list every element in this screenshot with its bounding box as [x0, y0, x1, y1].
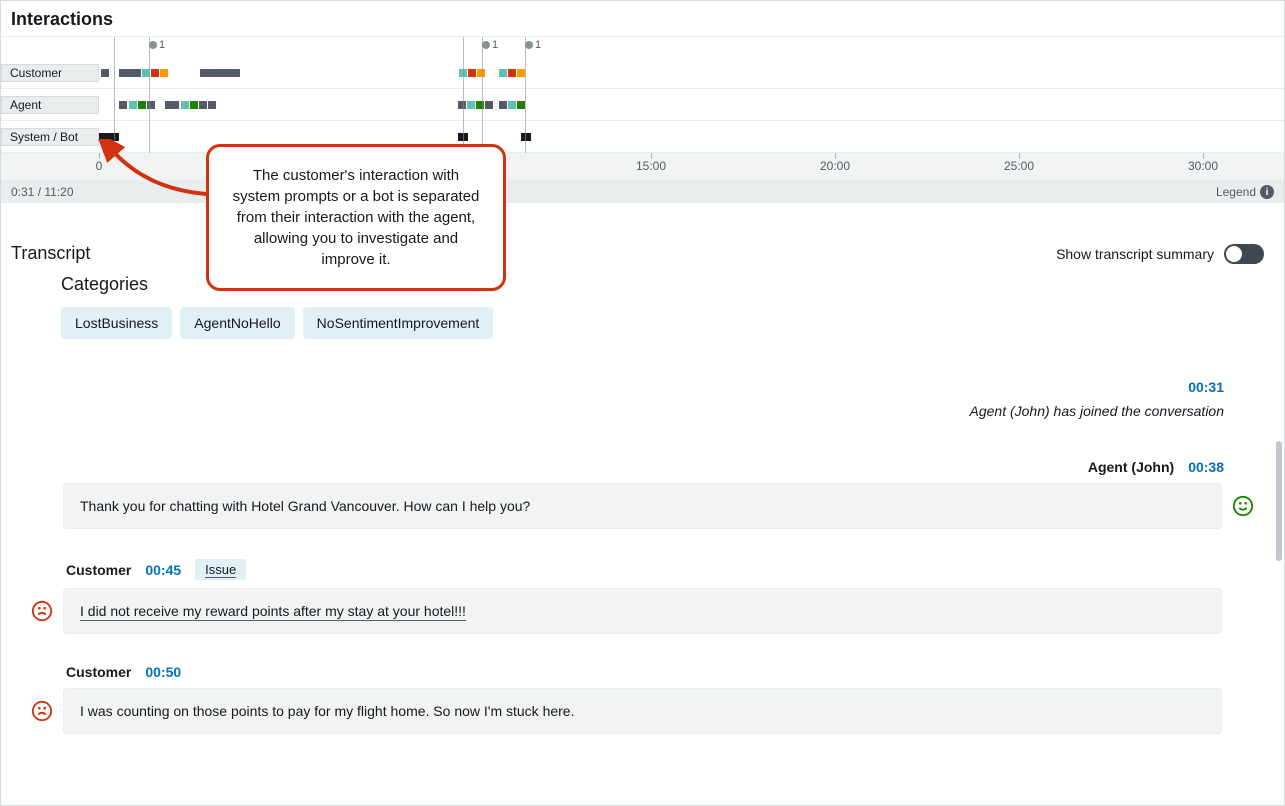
callout-arrow [96, 139, 216, 199]
speaker-label: Customer [66, 664, 131, 680]
timeline-segment[interactable] [138, 101, 146, 109]
customer-row-label: Customer [1, 64, 99, 82]
timeline-segment[interactable] [499, 69, 507, 77]
summary-toggle[interactable] [1224, 244, 1264, 264]
timeline-segment[interactable] [147, 101, 155, 109]
timeline-segment[interactable] [467, 101, 475, 109]
message-block-customer: Customer 00:50 I was counting on those p… [31, 664, 1254, 734]
timeline-segment[interactable] [190, 101, 198, 109]
legend-button[interactable]: Legend i [1216, 185, 1274, 199]
category-tags: LostBusiness AgentNoHello NoSentimentImp… [61, 307, 1284, 339]
message-bubble: I did not receive my reward points after… [63, 588, 1222, 634]
timeline-segment[interactable] [499, 101, 507, 109]
system-event: 00:31 Agent (John) has joined the conver… [31, 359, 1254, 429]
timeline-segment[interactable] [199, 101, 207, 109]
category-tag[interactable]: AgentNoHello [180, 307, 294, 339]
axis-tick: 20:00 [820, 159, 850, 173]
timeline-segment[interactable] [119, 101, 127, 109]
system-event-time: 00:31 [31, 379, 1224, 395]
callout-box: The customer's interaction with system p… [206, 144, 506, 291]
message-row: I did not receive my reward points after… [31, 588, 1254, 634]
frown-icon [31, 600, 53, 622]
timeline-segment[interactable] [517, 101, 525, 109]
smile-icon [1232, 495, 1254, 517]
scrollbar[interactable] [1276, 441, 1282, 561]
transcript-body: 00:31 Agent (John) has joined the conver… [1, 359, 1284, 734]
agent-row-label: Agent [1, 96, 99, 114]
timeline-segment[interactable] [142, 69, 150, 77]
timeline-segment[interactable] [160, 69, 168, 77]
timeline-segment[interactable] [458, 133, 468, 141]
timeline-segment[interactable] [508, 69, 516, 77]
category-tag[interactable]: NoSentimentImprovement [303, 307, 494, 339]
timeline-segment[interactable] [521, 133, 531, 141]
issue-tag[interactable]: Issue [195, 559, 246, 580]
timeline-marker[interactable]: 1 [482, 39, 498, 51]
message-header: Agent (John) 00:38 [31, 459, 1254, 475]
interactions-title: Interactions [1, 1, 1284, 36]
timeline-row-customer: Customer [1, 57, 1284, 89]
message-block-customer: Customer 00:45 Issue I did not receive m… [31, 559, 1254, 634]
message-row: I was counting on those points to pay fo… [31, 688, 1254, 734]
timeline-segment[interactable] [458, 101, 466, 109]
timeline-marker[interactable]: 1 [525, 39, 541, 51]
timeline-marker[interactable]: 1 [149, 39, 165, 51]
timeline-segment[interactable] [517, 69, 525, 77]
timeline-segment[interactable] [476, 101, 484, 109]
message-block-agent: Agent (John) 00:38 Thank you for chattin… [31, 459, 1254, 529]
timeline-segment[interactable] [119, 69, 141, 77]
timeline-segment[interactable] [129, 101, 137, 109]
timeline-segment[interactable] [151, 69, 159, 77]
timeline-markers: 1 1 1 [1, 37, 1284, 57]
timeline-segment[interactable] [468, 69, 476, 77]
axis-tick: 25:00 [1004, 159, 1034, 173]
timeline-segment[interactable] [459, 69, 467, 77]
speaker-label: Agent (John) [1088, 459, 1174, 475]
message-text: I did not receive my reward points after… [80, 603, 466, 621]
timeline-segment[interactable] [101, 69, 109, 77]
message-time: 00:45 [145, 562, 181, 578]
playback-position: 0:31 / 11:20 [11, 185, 74, 199]
summary-toggle-group: Show transcript summary [1056, 244, 1264, 264]
legend-label: Legend [1216, 185, 1256, 199]
summary-toggle-label: Show transcript summary [1056, 246, 1214, 262]
callout-text: The customer's interaction with system p… [233, 167, 480, 268]
category-tag[interactable]: LostBusiness [61, 307, 172, 339]
message-row: Thank you for chatting with Hotel Grand … [31, 483, 1254, 529]
categories-section: Categories LostBusiness AgentNoHello NoS… [1, 274, 1284, 359]
message-header: Customer 00:45 Issue [31, 559, 1254, 580]
message-header: Customer 00:50 [31, 664, 1254, 680]
message-text: I was counting on those points to pay fo… [80, 703, 574, 719]
app-container: Interactions 1 1 1 Customer Agent System /… [0, 0, 1285, 806]
speaker-label: Customer [66, 562, 131, 578]
timeline-segment[interactable] [477, 69, 485, 77]
message-bubble: I was counting on those points to pay fo… [63, 688, 1222, 734]
bot-row-label: System / Bot [1, 128, 99, 146]
info-icon: i [1260, 185, 1274, 199]
timeline-segment[interactable] [508, 101, 516, 109]
timeline-segment[interactable] [165, 101, 179, 109]
transcript-header: Transcript Show transcript summary [1, 203, 1284, 274]
system-event-text: Agent (John) has joined the conversation [31, 403, 1224, 419]
message-bubble: Thank you for chatting with Hotel Grand … [63, 483, 1222, 529]
timeline-segment[interactable] [485, 101, 493, 109]
message-time: 00:38 [1188, 459, 1224, 475]
timeline-segment[interactable] [200, 69, 240, 77]
timeline-segment[interactable] [181, 101, 189, 109]
message-text: Thank you for chatting with Hotel Grand … [80, 498, 530, 514]
transcript-title: Transcript [11, 243, 90, 264]
axis-tick: 15:00 [636, 159, 666, 173]
timeline-segment[interactable] [208, 101, 216, 109]
timeline-row-agent: Agent [1, 89, 1284, 121]
axis-tick: 30:00 [1188, 159, 1218, 173]
message-time: 00:50 [145, 664, 181, 680]
toggle-knob [1226, 246, 1242, 262]
frown-icon [31, 700, 53, 722]
